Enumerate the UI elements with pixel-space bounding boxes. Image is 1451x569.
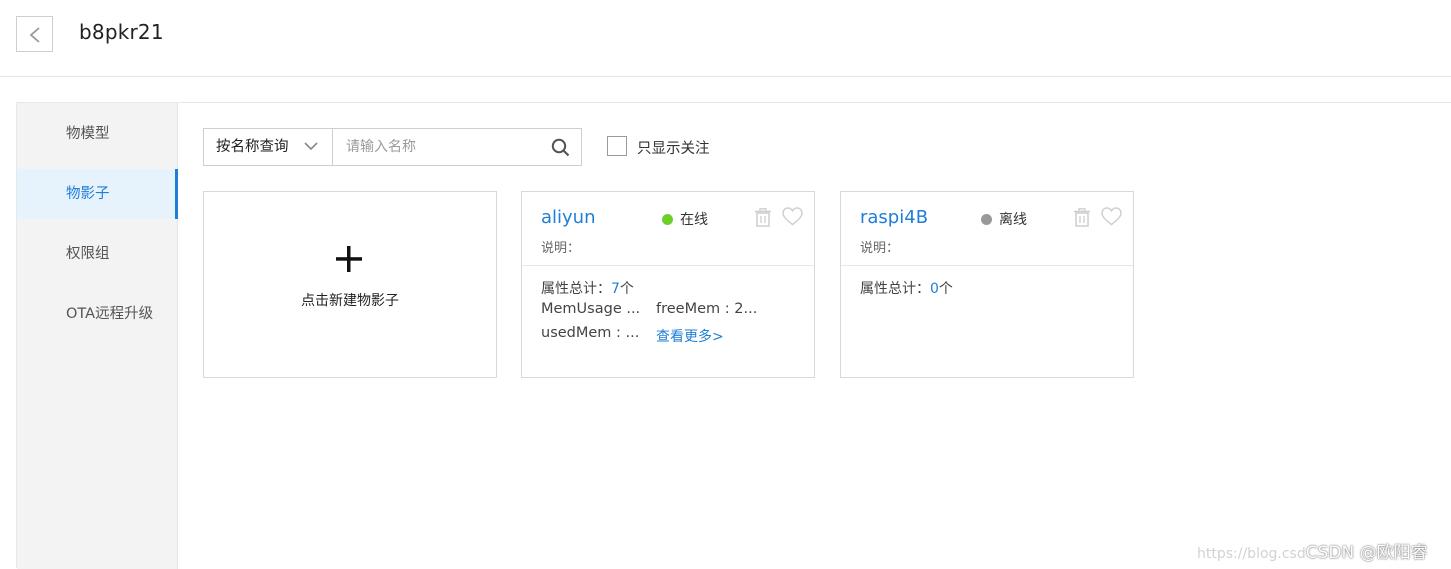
- show-followed-checkbox[interactable]: [607, 136, 627, 156]
- property-item: MemUsage ...: [541, 301, 641, 317]
- property-unit: 个: [619, 281, 634, 297]
- card-divider: [841, 265, 1133, 266]
- view-more-link[interactable]: 查看更多>: [656, 326, 724, 346]
- sidebar-item-thing-shadow[interactable]: 物影子: [17, 169, 178, 219]
- shadow-description: 说明：: [541, 241, 581, 256]
- sidebar: 物模型 物影子 权限组 OTA远程升级: [17, 103, 178, 569]
- shadow-card: raspi4B 离线 说明： 属性总计：0个: [840, 191, 1134, 378]
- status-text: 离线: [999, 212, 1027, 228]
- status-dot-icon: [981, 214, 992, 225]
- property-total-label: 属性总计：: [860, 281, 930, 297]
- shadow-name-link[interactable]: aliyun: [541, 207, 596, 228]
- property-count: 7: [611, 281, 620, 297]
- plus-icon: [336, 246, 362, 272]
- property-unit: 个: [938, 281, 953, 297]
- search-icon[interactable]: [551, 138, 570, 157]
- chevron-down-icon: [304, 142, 318, 151]
- chevron-left-icon: [29, 27, 40, 43]
- watermark-brand: CSDN @欧阳睿: [1305, 543, 1428, 563]
- shadow-name-link[interactable]: raspi4B: [860, 207, 928, 228]
- watermark-url: https://blog.csd: [1197, 546, 1306, 562]
- query-type-select[interactable]: 按名称查询: [203, 128, 333, 166]
- status-dot-icon: [662, 214, 673, 225]
- page-title: b8pkr21: [79, 20, 164, 44]
- add-shadow-label: 点击新建物影子: [301, 293, 399, 309]
- shadow-description: 说明：: [860, 241, 900, 256]
- sidebar-item-permission-group[interactable]: 权限组: [17, 229, 178, 279]
- trash-icon[interactable]: [1073, 208, 1091, 227]
- status-badge: 在线: [662, 209, 708, 229]
- property-total: 属性总计：0个: [860, 278, 953, 298]
- sidebar-item-ota-upgrade[interactable]: OTA远程升级: [17, 289, 178, 339]
- show-followed-label[interactable]: 只显示关注: [637, 137, 710, 158]
- property-total: 属性总计：7个: [541, 278, 634, 298]
- search-input[interactable]: [346, 130, 546, 164]
- page-header: b8pkr21: [0, 0, 1451, 77]
- property-total-label: 属性总计：: [541, 281, 611, 297]
- property-item: usedMem : ...: [541, 325, 640, 341]
- heart-icon[interactable]: [1101, 207, 1122, 226]
- heart-icon[interactable]: [782, 207, 803, 226]
- back-button[interactable]: [16, 16, 53, 52]
- sidebar-item-thing-model[interactable]: 物模型: [17, 109, 178, 159]
- add-shadow-card[interactable]: 点击新建物影子: [203, 191, 497, 378]
- property-count: 0: [930, 281, 939, 297]
- property-item: freeMem : 2...: [656, 301, 758, 317]
- card-divider: [522, 265, 814, 266]
- watermark: https://blog.csdCSDN @欧阳睿: [1197, 538, 1428, 563]
- search-box: [332, 128, 582, 166]
- status-badge: 离线: [981, 209, 1027, 229]
- shadow-card: aliyun 在线 说明： 属性总计：7个 MemUsage ... freeM…: [521, 191, 815, 378]
- trash-icon[interactable]: [754, 208, 772, 227]
- status-text: 在线: [680, 212, 708, 228]
- query-type-value: 按名称查询: [216, 139, 289, 155]
